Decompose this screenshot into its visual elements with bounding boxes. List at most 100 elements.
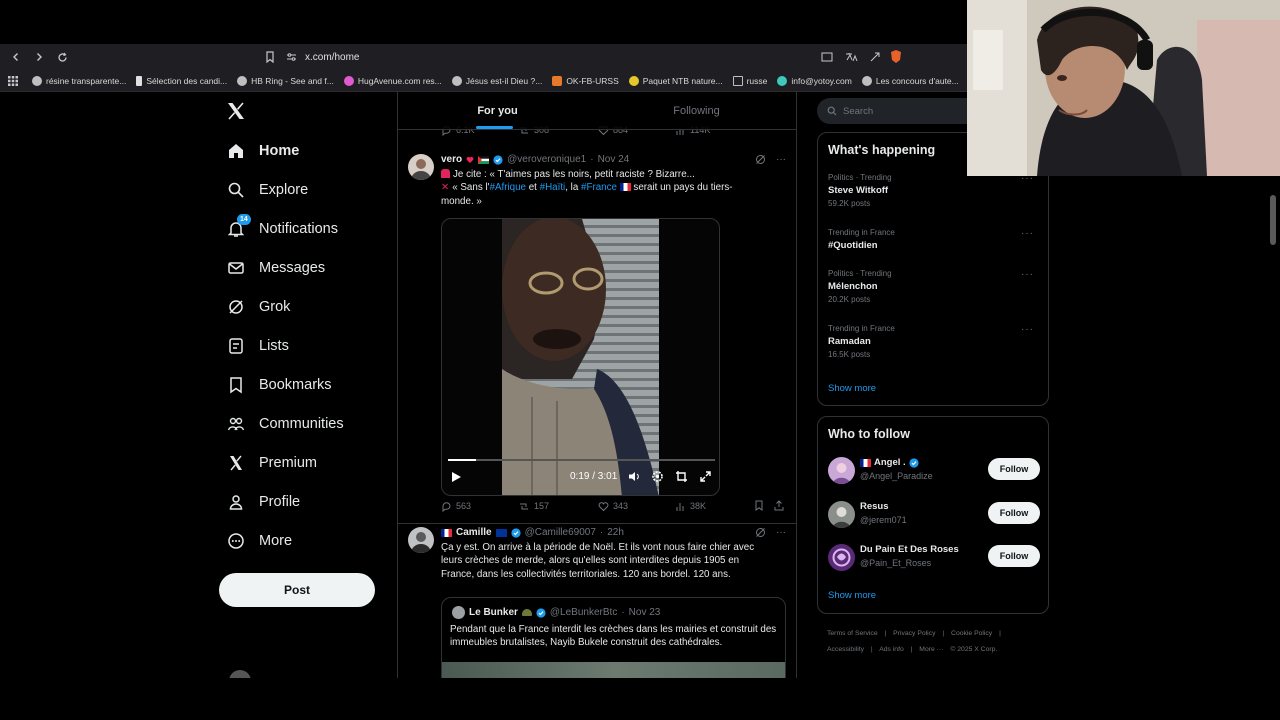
back-icon[interactable]: [6, 47, 26, 67]
nav-explore[interactable]: Explore: [227, 181, 308, 199]
footer-link[interactable]: Cookie Policy: [951, 630, 992, 637]
tweet-time[interactable]: Nov 24: [598, 154, 630, 165]
tweet-time[interactable]: 22h: [607, 527, 624, 538]
bookmark-item[interactable]: OK-FB-URSS: [552, 75, 619, 86]
follow-button[interactable]: Follow: [988, 545, 1040, 567]
quote-media[interactable]: [442, 662, 785, 678]
site-settings-icon[interactable]: [286, 52, 297, 62]
nav-premium[interactable]: Premium: [227, 454, 317, 472]
trend-item[interactable]: Politics · Trending Mélenchon 20.2K post…: [828, 269, 1040, 304]
nav-lists[interactable]: Lists: [227, 337, 289, 355]
bookmark-item[interactable]: info@yotoy.com: [777, 75, 852, 86]
page-scrollbar[interactable]: [1270, 195, 1276, 245]
follow-button[interactable]: Follow: [988, 502, 1040, 524]
url-bar[interactable]: x.com/home: [305, 52, 359, 63]
nav-bookmarks[interactable]: Bookmarks: [227, 376, 332, 394]
footer-link[interactable]: Privacy Policy: [893, 630, 935, 637]
x-logo-icon[interactable]: [227, 102, 245, 120]
pip-icon[interactable]: [675, 470, 688, 483]
hashtag-link[interactable]: #Afrique: [490, 182, 527, 193]
nav-messages[interactable]: Messages: [227, 259, 325, 277]
nav-communities[interactable]: Communities: [227, 415, 344, 433]
footer-link[interactable]: Terms of Service: [827, 630, 878, 637]
follow-button[interactable]: Follow: [988, 458, 1040, 480]
share-icon[interactable]: [865, 47, 885, 67]
volume-icon[interactable]: [628, 470, 641, 483]
avatar[interactable]: [828, 457, 855, 484]
tab-following[interactable]: Following: [597, 92, 796, 129]
bookmark-item[interactable]: résine transparente...: [32, 75, 126, 86]
bookmark-folder[interactable]: russe: [732, 75, 767, 86]
quote-author-name[interactable]: Le Bunker: [469, 607, 518, 618]
video-player[interactable]: 0:19 / 3:01: [441, 218, 720, 496]
bookmark-item[interactable]: HugAvenue.com res...: [343, 75, 442, 86]
avatar[interactable]: [828, 501, 855, 528]
share-icon[interactable]: [774, 500, 784, 511]
repost-icon: [520, 503, 528, 509]
more-options-icon[interactable]: ···: [1021, 324, 1034, 335]
nav-grok[interactable]: Grok: [227, 298, 290, 316]
reload-icon[interactable]: [52, 47, 72, 67]
tweet[interactable]: Camille @Camille69007 · 22h ··· Ça y est…: [398, 525, 796, 678]
more-options-icon[interactable]: ···: [776, 527, 786, 538]
forward-icon[interactable]: [29, 47, 49, 67]
like-count[interactable]: 343: [598, 501, 628, 512]
view-count[interactable]: 38K: [676, 501, 706, 512]
bookmark-item[interactable]: Paquet NTB nature...: [628, 75, 723, 86]
post-button[interactable]: Post: [219, 573, 375, 607]
brave-shield-icon[interactable]: [889, 47, 903, 67]
repost-count[interactable]: 157: [518, 501, 549, 512]
bookmark-page-icon[interactable]: [260, 47, 280, 67]
avatar[interactable]: [828, 544, 855, 571]
grok-icon[interactable]: [755, 527, 766, 538]
author-handle[interactable]: @Camille69007: [525, 527, 596, 538]
author-handle[interactable]: @veroveronique1: [507, 154, 586, 165]
footer-link[interactable]: Accessibility: [827, 646, 864, 653]
bookmark-icon[interactable]: [754, 500, 764, 511]
quote-author-handle[interactable]: @LeBunkerBtc: [550, 607, 617, 618]
quoted-tweet[interactable]: Le Bunker @LeBunkerBtc · Nov 23 Pendant …: [441, 597, 786, 678]
nav-notifications[interactable]: 14 Notifications: [227, 214, 338, 238]
more-options-icon[interactable]: ···: [1021, 269, 1034, 280]
avatar[interactable]: [408, 527, 434, 553]
author-name[interactable]: Camille: [456, 527, 492, 538]
avatar[interactable]: [229, 670, 251, 678]
footer-link[interactable]: Ads info: [879, 646, 904, 653]
play-icon[interactable]: [450, 471, 462, 483]
author-name[interactable]: vero: [441, 154, 462, 165]
grok-icon[interactable]: [755, 154, 766, 165]
bookmark-item[interactable]: Les concours d'aute...: [861, 75, 959, 86]
apps-grid-icon[interactable]: [8, 75, 18, 86]
translate-icon[interactable]: [841, 47, 861, 67]
tweet[interactable]: vero @veroveronique1 · Nov 24 ··· Je cit…: [398, 144, 796, 524]
video-progress-bar[interactable]: [448, 459, 715, 461]
follow-suggestion[interactable]: Resus @jerem071 Follow: [828, 501, 1040, 531]
hashtag-link[interactable]: #France: [581, 182, 617, 193]
fullscreen-icon[interactable]: [699, 470, 712, 483]
follow-suggestion[interactable]: Angel . @Angel_Paradize Follow: [828, 457, 1040, 487]
trend-item[interactable]: Trending in France #Quotidien ···: [828, 228, 1040, 251]
quote-time[interactable]: Nov 23: [629, 607, 661, 618]
nav-home[interactable]: Home: [227, 142, 299, 160]
avatar[interactable]: [408, 154, 434, 180]
hashtag-link[interactable]: #Haïti: [540, 182, 566, 193]
tab-for-you[interactable]: For you: [398, 92, 597, 129]
bookmark-item[interactable]: Jésus est-il Dieu ?...: [451, 75, 542, 86]
video-progress-fill: [448, 459, 477, 461]
video-time: 0:19 / 3:01: [570, 471, 618, 482]
reply-count[interactable]: 563: [441, 501, 471, 512]
trend-item[interactable]: Politics · Trending Steve Witkoff 59.2K …: [828, 173, 1040, 208]
settings-icon[interactable]: [651, 470, 664, 483]
screen-cast-icon[interactable]: [817, 47, 837, 67]
nav-profile[interactable]: Profile: [227, 493, 300, 511]
bookmark-item[interactable]: HB Ring - See and f...: [237, 75, 334, 86]
trend-item[interactable]: Trending in France Ramadan 16.5K posts ·…: [828, 324, 1040, 359]
more-options-icon[interactable]: ···: [1021, 228, 1034, 239]
bookmark-item[interactable]: Sélection des candi...: [136, 75, 227, 86]
show-more-link[interactable]: Show more: [828, 383, 876, 394]
more-options-icon[interactable]: ···: [776, 154, 786, 165]
nav-more[interactable]: More: [227, 532, 292, 550]
show-more-link[interactable]: Show more: [828, 590, 876, 601]
footer-link[interactable]: More ···: [919, 646, 943, 653]
follow-suggestion[interactable]: Du Pain Et Des Roses @Pain_Et_Roses Foll…: [828, 544, 1040, 574]
